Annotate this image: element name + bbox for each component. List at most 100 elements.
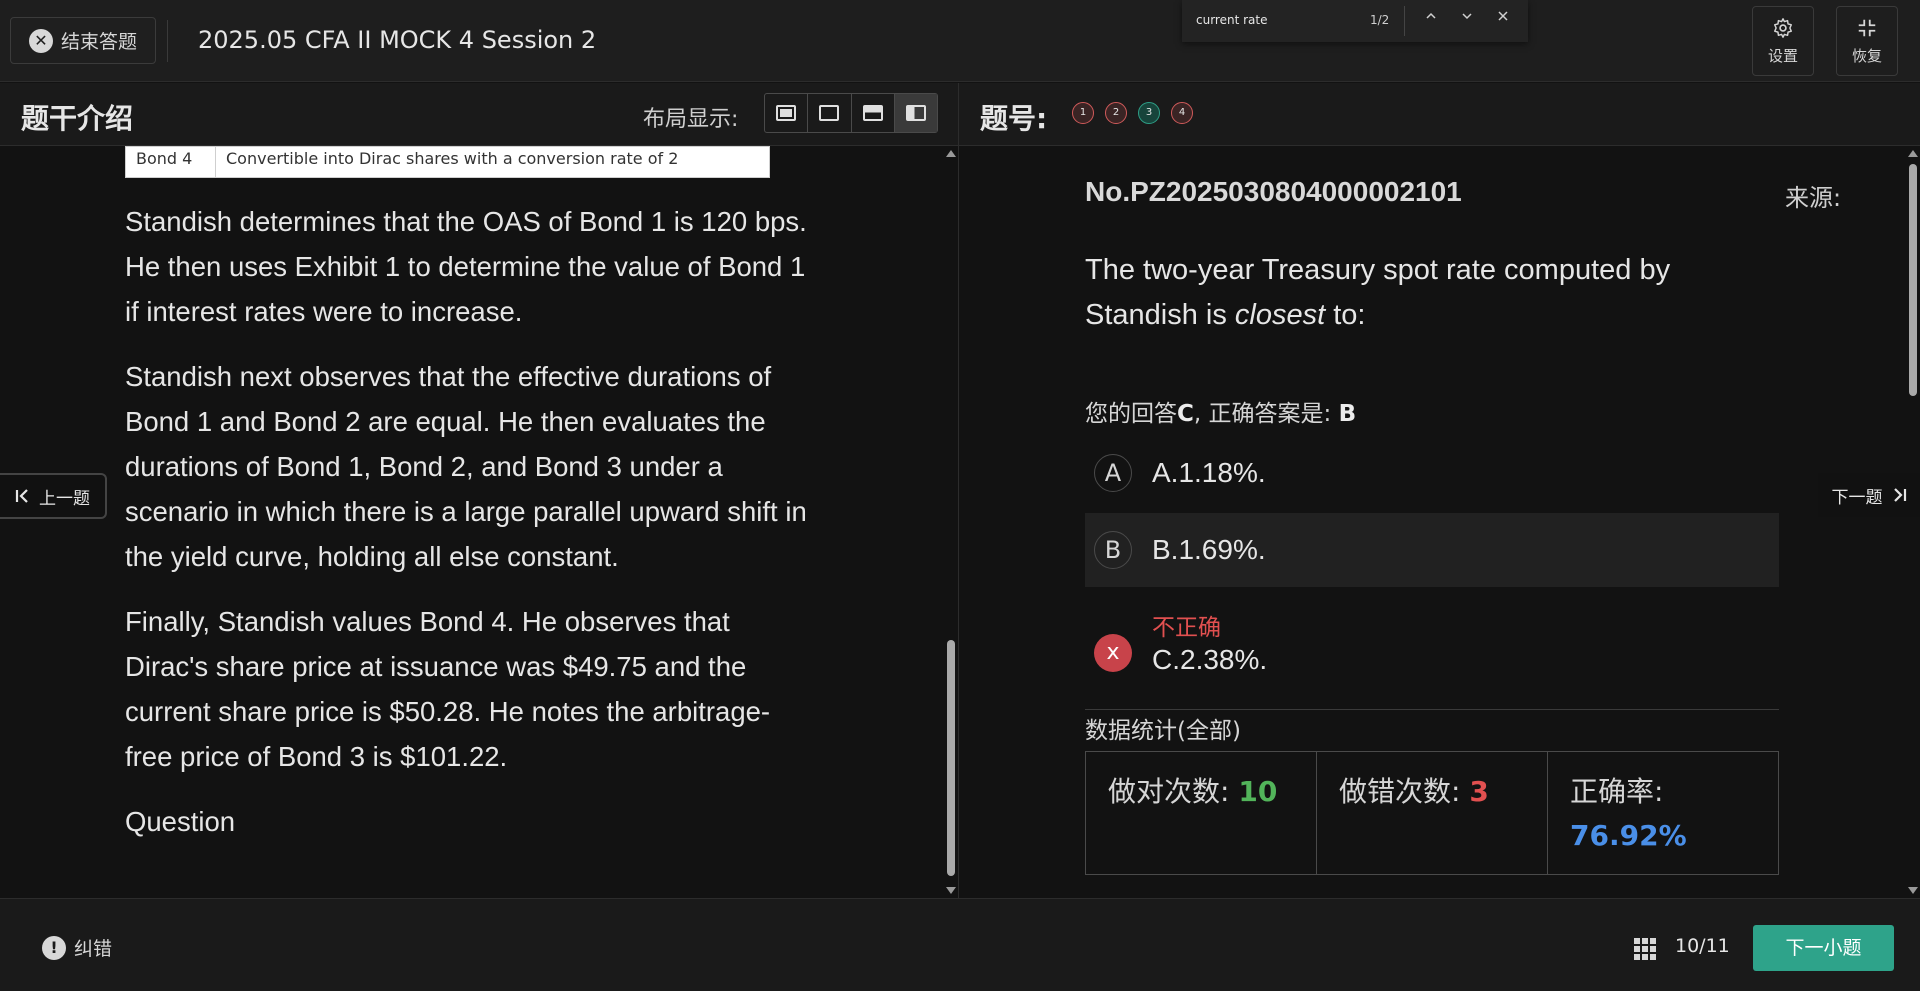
restore-button[interactable]: 恢复	[1836, 6, 1898, 76]
scrollbar-thumb[interactable]	[1909, 164, 1917, 396]
chevron-up-icon[interactable]	[1420, 8, 1442, 30]
source-label: 来源:	[1785, 184, 1842, 212]
passage-paragraph: Question	[125, 806, 236, 837]
layout-top-button[interactable]	[852, 94, 895, 132]
skip-next-icon	[1893, 488, 1906, 502]
layout-side-button[interactable]	[894, 94, 937, 132]
next-question-button[interactable]: 下一题	[1818, 473, 1920, 517]
layout-blank-icon	[819, 105, 840, 121]
table-cell: Convertible into Dirac shares with a con…	[226, 149, 679, 168]
stem-title: 题干介绍	[21, 102, 134, 135]
grid-icon[interactable]	[1634, 938, 1656, 960]
layout-full-icon	[776, 105, 797, 121]
incorrect-label: 不正确	[1152, 615, 1221, 641]
stem-pane: Bond 4 Convertible into Dirac shares wit…	[0, 146, 958, 898]
question-id: No.PZ2025030804000002101	[1085, 176, 1462, 207]
question-scrollbar[interactable]	[1906, 146, 1920, 898]
answer-summary: 您的回答C, 正确答案是: B	[1085, 394, 1356, 428]
chevron-down-icon[interactable]	[1456, 8, 1478, 30]
question-dot-2[interactable]: 2	[1105, 102, 1127, 124]
settings-button[interactable]: 设置	[1752, 6, 1814, 76]
option-text: B.1.69%.	[1152, 534, 1266, 565]
restore-label: 恢复	[1851, 46, 1882, 65]
bottom-bar: ! 纠错 10/11 下一小题	[0, 898, 1920, 991]
exclamation-icon: !	[42, 935, 66, 960]
stat-value: 76.92%	[1570, 819, 1687, 852]
layout-top-icon	[862, 105, 883, 121]
option-text: C.2.38%.	[1152, 644, 1268, 675]
previous-question-button[interactable]: 上一题	[0, 473, 107, 519]
scroll-up-arrow-icon[interactable]	[946, 150, 956, 157]
stat-value: 10	[1238, 775, 1278, 808]
end-exam-label: 结束答题	[61, 31, 138, 53]
layout-blank-button[interactable]	[808, 94, 852, 132]
passage-paragraph: Standish next observes that the effectiv…	[125, 361, 807, 572]
option-text: A.1.18%.	[1152, 457, 1266, 488]
scroll-up-arrow-icon[interactable]	[1908, 150, 1918, 157]
find-separator	[1404, 6, 1405, 36]
question-text-emphasis: closest	[1234, 299, 1326, 331]
close-icon[interactable]	[1492, 8, 1514, 30]
layout-full-button[interactable]	[765, 94, 809, 132]
find-count: 1/2	[1370, 13, 1390, 27]
next-question-label: 下一题	[1831, 487, 1883, 508]
option-a[interactable]: A A.1.18%.	[1085, 436, 1779, 510]
wrong-mark-icon: x	[1094, 634, 1132, 672]
option-letter: B	[1094, 531, 1132, 569]
table-cell: Bond 4	[126, 147, 216, 177]
find-input[interactable]: current rate	[1196, 13, 1267, 27]
question-dot-4[interactable]: 4	[1171, 102, 1193, 124]
report-error-button[interactable]: ! 纠错	[42, 934, 112, 961]
layout-label: 布局显示:	[643, 107, 739, 132]
scroll-down-arrow-icon[interactable]	[1908, 887, 1918, 894]
question-dot-1[interactable]: 1	[1072, 102, 1094, 124]
right-header: 题号: 1234	[959, 83, 1920, 146]
stem-passage: Standish determines that the OAS of Bond…	[125, 199, 815, 864]
find-bar: current rate 1/2	[1182, 0, 1528, 42]
close-circle-icon: ✕	[29, 28, 53, 53]
skip-previous-icon	[15, 489, 28, 503]
previous-question-label: 上一题	[39, 488, 90, 509]
exam-title: 2025.05 CFA II MOCK 4 Session 2	[198, 26, 597, 54]
layout-toggle-group	[764, 93, 938, 133]
report-error-label: 纠错	[74, 938, 113, 960]
passage-paragraph: Standish determines that the OAS of Bond…	[125, 206, 807, 327]
answer-mid: , 正确答案是:	[1193, 401, 1339, 427]
correct-answer: B	[1338, 401, 1357, 427]
top-bar: ✕ 结束答题 2025.05 CFA II MOCK 4 Session 2 c…	[0, 0, 1920, 82]
stem-scrollbar[interactable]	[944, 146, 958, 898]
divider	[1085, 709, 1779, 710]
question-text-pre: The two-year Treasury spot rate computed…	[1085, 254, 1671, 331]
scrollbar-thumb[interactable]	[947, 640, 955, 876]
option-letter: A	[1094, 454, 1132, 492]
scroll-down-arrow-icon[interactable]	[946, 887, 956, 894]
stat-accuracy: 正确率: 76.92%	[1548, 752, 1778, 874]
question-pane: No.PZ2025030804000002101 来源: The two-yea…	[959, 146, 1920, 898]
collapse-icon	[1858, 19, 1876, 36]
option-c[interactable]: x 不正确 C.2.38%.	[1085, 608, 1779, 688]
question-text: The two-year Treasury spot rate computed…	[1085, 248, 1725, 338]
left-header: 题干介绍 布局显示:	[0, 83, 958, 146]
question-number-label: 题号:	[980, 102, 1048, 135]
answer-prefix: 您的回答	[1085, 401, 1177, 427]
question-text-post: to:	[1325, 299, 1366, 331]
layout-side-icon	[905, 105, 926, 121]
end-exam-button[interactable]: ✕ 结束答题	[10, 17, 156, 64]
stat-value: 3	[1469, 775, 1489, 808]
stat-label: 做错次数:	[1339, 775, 1470, 808]
stat-correct-count: 做对次数: 10	[1086, 752, 1317, 874]
gear-icon	[1774, 17, 1792, 38]
question-dot-3[interactable]: 3	[1138, 102, 1160, 124]
settings-label: 设置	[1767, 46, 1798, 65]
table-row: Bond 4 Convertible into Dirac shares wit…	[125, 146, 770, 178]
your-answer: C	[1177, 401, 1194, 427]
stat-label: 正确率:	[1570, 775, 1664, 808]
next-subquestion-button[interactable]: 下一小题	[1753, 925, 1894, 971]
stat-wrong-count: 做错次数: 3	[1317, 752, 1548, 874]
option-b[interactable]: B B.1.69%.	[1085, 513, 1779, 587]
stats-title: 数据统计(全部)	[1085, 718, 1241, 744]
divider	[167, 20, 168, 62]
page-count: 10/11	[1675, 935, 1730, 957]
passage-paragraph: Finally, Standish values Bond 4. He obse…	[125, 606, 771, 772]
stat-label: 做对次数:	[1108, 775, 1239, 808]
